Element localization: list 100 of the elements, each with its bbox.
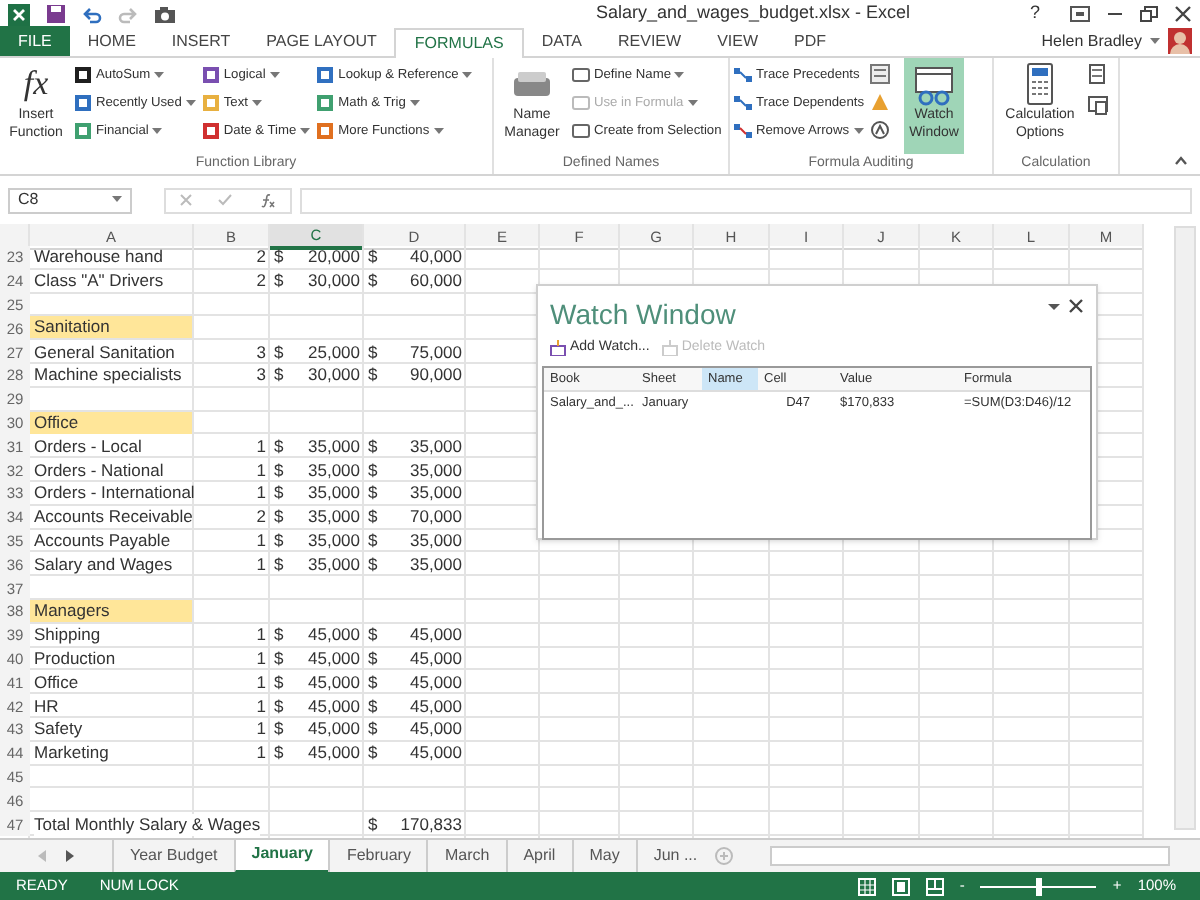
cell-text: Orders - National <box>34 459 164 482</box>
ribbon-tab[interactable]: HOME <box>69 26 154 56</box>
dropdown-icon[interactable] <box>1048 303 1060 309</box>
dropdown-icon <box>433 128 444 134</box>
delete-watch-icon <box>661 340 678 356</box>
sheet-tab[interactable]: January <box>233 839 329 873</box>
dropdown-icon <box>853 128 864 134</box>
cell-text: HR <box>34 695 59 718</box>
cell-value: 45,000 <box>308 695 360 718</box>
currency-symbol: $ <box>368 459 378 482</box>
checkmark-icon[interactable] <box>218 194 233 206</box>
ribbon-tab[interactable]: PDF <box>776 26 845 56</box>
file-tab[interactable]: FILE <box>0 26 70 56</box>
name-box[interactable]: C8 <box>8 187 132 213</box>
arrows-icon <box>734 122 752 140</box>
restore-icon[interactable] <box>1140 6 1158 22</box>
cell-value: 1 <box>256 529 266 552</box>
cell-text: Accounts Receivable <box>34 506 193 529</box>
cell-value: 35,000 <box>410 482 462 505</box>
cell-value: 35,000 <box>410 529 462 552</box>
dropdown-icon <box>687 100 698 106</box>
currency-symbol: $ <box>274 270 284 293</box>
cell-value: 35,000 <box>308 482 360 505</box>
zoom-slider-thumb[interactable] <box>1035 877 1042 895</box>
cell-value: 30,000 <box>308 364 360 387</box>
cell-value: 3 <box>256 341 266 364</box>
section-label: Sanitation <box>30 316 192 339</box>
currency-symbol: $ <box>274 341 284 364</box>
currency-symbol: $ <box>368 506 378 529</box>
cell-value: 45,000 <box>308 624 360 647</box>
close-icon[interactable] <box>1068 298 1084 314</box>
currency-symbol: $ <box>368 624 378 647</box>
cell-value: 45,000 <box>308 671 360 694</box>
cell-text: Machine specialists <box>34 364 182 387</box>
currency-symbol: $ <box>274 695 284 718</box>
currency-symbol: $ <box>368 671 378 694</box>
ribbon-tab[interactable]: VIEW <box>699 26 777 56</box>
excel-logo-icon <box>8 3 30 25</box>
show-formulas-icon[interactable] <box>870 64 891 84</box>
page-break-icon[interactable] <box>925 877 944 895</box>
page-layout-icon[interactable] <box>891 877 910 895</box>
cell-value: 1 <box>256 435 266 458</box>
cell-value: 75,000 <box>410 341 462 364</box>
currency-symbol: $ <box>368 364 378 387</box>
cell-value: 40,000 <box>410 246 462 269</box>
cell-value: 1 <box>256 647 266 670</box>
cell-text: Class "A" Drivers <box>34 270 164 293</box>
cell-value: 1 <box>256 553 266 576</box>
collapse-ribbon-icon[interactable] <box>1174 156 1188 166</box>
cell-text: Shipping <box>34 624 101 647</box>
cell-value: 2 <box>256 270 266 293</box>
scroll-right-icon[interactable] <box>66 850 74 862</box>
cell-value: 1 <box>256 671 266 694</box>
calculate-now-icon[interactable] <box>1088 64 1106 84</box>
undo-icon[interactable] <box>82 5 102 23</box>
add-watch-icon <box>550 340 566 356</box>
evaluate-formula-icon[interactable] <box>870 120 891 140</box>
cell-value: 3 <box>256 364 266 387</box>
currency-symbol: $ <box>368 718 378 741</box>
cell-value: 45,000 <box>410 695 462 718</box>
ribbon-tab[interactable]: INSERT <box>153 26 249 56</box>
cell-value: 20,000 <box>308 246 360 269</box>
cell-text: Production <box>34 647 116 670</box>
cell-value: 45,000 <box>410 624 462 647</box>
cell-value: 35,000 <box>308 506 360 529</box>
calculate-sheet-icon[interactable] <box>1088 96 1108 116</box>
cell-value: 90,000 <box>410 364 462 387</box>
cell-text: Warehouse hand <box>34 246 163 269</box>
function-icon[interactable] <box>260 193 277 207</box>
ribbon-tab[interactable]: FORMULAS <box>394 28 524 58</box>
binoculars-icon <box>912 62 957 106</box>
cell-text: Salary and Wages <box>34 553 173 576</box>
currency-symbol: $ <box>274 364 284 387</box>
cell-value: 1 <box>256 624 266 647</box>
currency-symbol: $ <box>368 435 378 458</box>
ribbon-tab[interactable]: DATA <box>523 26 600 56</box>
help-button[interactable]: ? <box>1030 0 1054 28</box>
cell-value: 1 <box>256 742 266 765</box>
currency-symbol: $ <box>274 647 284 670</box>
camera-icon[interactable] <box>154 5 176 23</box>
currency-symbol: $ <box>368 246 378 269</box>
ribbon-display-icon[interactable] <box>1070 6 1090 22</box>
cell-value: 35,000 <box>308 459 360 482</box>
currency-symbol: $ <box>274 506 284 529</box>
cell-value: 45,000 <box>308 647 360 670</box>
panel-title: Watch Window <box>550 296 736 334</box>
cell-value: 1 <box>256 695 266 718</box>
close-icon[interactable] <box>1174 6 1192 22</box>
cell-text: Orders - Local <box>34 435 142 458</box>
horizontal-scrollbar[interactable] <box>769 846 1170 866</box>
normal-view-icon[interactable] <box>857 877 876 895</box>
dropdown-icon <box>674 72 685 78</box>
currency-symbol: $ <box>368 270 378 293</box>
dropdown-icon <box>409 100 420 106</box>
cell-value: 2 <box>256 506 266 529</box>
cell-value: 35,000 <box>410 459 462 482</box>
ribbon-tab[interactable]: PAGE LAYOUT <box>248 26 395 56</box>
vertical-scrollbar[interactable] <box>1174 226 1196 830</box>
save-icon[interactable] <box>46 4 66 24</box>
ribbon-tab[interactable]: REVIEW <box>600 26 700 56</box>
